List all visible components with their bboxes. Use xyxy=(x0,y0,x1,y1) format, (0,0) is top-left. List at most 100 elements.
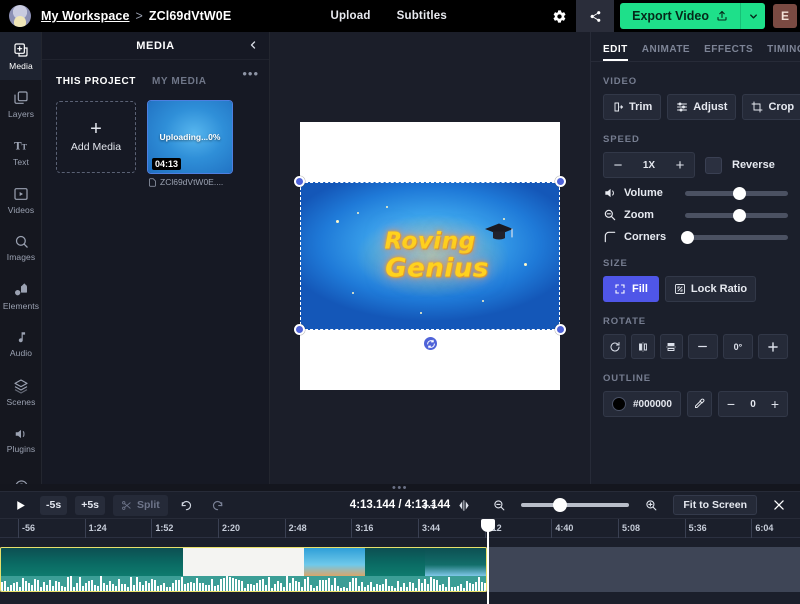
waveform-bar xyxy=(418,579,420,591)
add-media-button[interactable]: + Add Media xyxy=(56,101,136,173)
rotate-cw-button[interactable] xyxy=(603,334,626,359)
play-button[interactable] xyxy=(8,494,32,516)
chevron-down-icon xyxy=(748,11,759,22)
fit-to-screen-button[interactable]: Fit to Screen xyxy=(673,495,757,515)
sidebar-item-images[interactable]: Images xyxy=(0,224,42,272)
timeline-tracks[interactable] xyxy=(0,538,800,604)
sidebar-item-media[interactable]: Media xyxy=(0,32,42,80)
waveform-bar xyxy=(241,581,243,591)
marker-button[interactable] xyxy=(451,492,477,518)
outline-row: #000000 − 0 + xyxy=(591,391,800,417)
text-icon: TT xyxy=(13,138,30,154)
waveform-bar xyxy=(394,588,396,591)
outline-color-button[interactable]: #000000 xyxy=(603,391,681,417)
gear-icon[interactable] xyxy=(546,3,572,29)
waveform-bar xyxy=(100,576,102,591)
trim-button[interactable]: Trim xyxy=(603,94,661,120)
resize-handle-tr[interactable] xyxy=(555,176,566,187)
ruler-tick: 3:44 xyxy=(418,519,419,538)
sidebar-item-scenes[interactable]: Scenes xyxy=(0,368,42,416)
outline-increase-button[interactable]: + xyxy=(763,392,787,416)
ruler-tick: 3:16 xyxy=(351,519,352,538)
crop-button[interactable]: Crop xyxy=(742,94,800,120)
breadcrumb-workspace[interactable]: My Workspace xyxy=(41,9,130,23)
sidebar-item-videos[interactable]: Videos xyxy=(0,176,42,224)
resize-handle-tl[interactable] xyxy=(294,176,305,187)
canvas-area[interactable]: Roving Genius xyxy=(270,32,590,490)
sidebar-item-layers[interactable]: Layers xyxy=(0,80,42,128)
media-card-thumbnail[interactable]: Uploading...0% 04:13 xyxy=(148,101,232,173)
resize-handle-br[interactable] xyxy=(555,324,566,335)
undo-button[interactable] xyxy=(176,494,198,516)
sidebar-item-audio[interactable]: Audio xyxy=(0,320,42,368)
tab-this-project[interactable]: THIS PROJECT xyxy=(56,76,136,87)
zoom-slider[interactable] xyxy=(685,213,788,218)
waveform-bar xyxy=(181,577,183,592)
reverse-checkbox[interactable] xyxy=(705,157,722,174)
adjust-button[interactable]: Adjust xyxy=(667,94,736,120)
snap-magnet-button[interactable] xyxy=(416,492,442,518)
share-button[interactable] xyxy=(576,0,614,32)
tab-effects[interactable]: EFFECTS xyxy=(704,44,753,61)
export-options-caret[interactable] xyxy=(740,3,765,29)
zoom-out-button[interactable] xyxy=(486,492,512,518)
ruler-tick: -56 xyxy=(18,519,19,538)
more-dots-icon[interactable]: ••• xyxy=(242,66,259,81)
graduation-cap-icon xyxy=(482,222,516,242)
export-video-button[interactable]: Export Video xyxy=(620,3,740,29)
tab-animate[interactable]: ANIMATE xyxy=(642,44,690,61)
tab-my-media[interactable]: MY MEDIA xyxy=(152,76,207,87)
waveform-bar xyxy=(328,578,330,591)
speed-decrease-button[interactable]: − xyxy=(604,153,632,177)
flip-horizontal-button[interactable] xyxy=(631,334,654,359)
tab-edit[interactable]: EDIT xyxy=(603,44,628,61)
eyedropper-button[interactable] xyxy=(687,391,712,417)
waveform-bar xyxy=(322,580,324,591)
media-card[interactable]: Uploading...0% 04:13 ZCl69dVtW0E.... xyxy=(148,101,232,187)
flip-vertical-button[interactable] xyxy=(660,334,683,359)
rotate-decrease-button[interactable] xyxy=(688,334,718,359)
ruler-tick: 6:04 xyxy=(751,519,752,538)
selected-video-element[interactable]: Roving Genius xyxy=(300,182,560,330)
waveform-bar xyxy=(85,583,87,591)
lock-ratio-button[interactable]: Lock Ratio xyxy=(665,276,756,302)
corners-slider[interactable] xyxy=(685,235,788,240)
resize-handle-bl[interactable] xyxy=(294,324,305,335)
sidebar-item-elements[interactable]: Elements xyxy=(0,272,42,320)
forward-5s-button[interactable]: +5s xyxy=(75,496,105,515)
sidebar-label-elements: Elements xyxy=(3,301,39,311)
waveform-bar xyxy=(340,588,342,591)
sidebar-item-text[interactable]: TT Text xyxy=(0,128,42,176)
waveform-bar xyxy=(292,578,294,592)
fill-button[interactable]: Fill xyxy=(603,276,659,302)
breadcrumb-project[interactable]: ZCl69dVtW0E xyxy=(149,9,231,23)
chevron-left-icon[interactable] xyxy=(247,38,259,56)
waveform-bar xyxy=(382,584,384,591)
waveform-bar xyxy=(169,587,171,591)
waveform-bar xyxy=(364,587,366,591)
user-avatar[interactable]: E xyxy=(773,4,797,28)
waveform-bar xyxy=(151,579,153,591)
tab-timing[interactable]: TIMING xyxy=(767,44,800,61)
rotate-handle[interactable] xyxy=(423,336,438,351)
timeline-ruler[interactable]: -561:241:522:202:483:163:44:124:405:085:… xyxy=(0,519,800,538)
upload-button[interactable]: Upload xyxy=(330,10,370,22)
split-button[interactable]: Split xyxy=(113,495,168,516)
outline-decrease-button[interactable]: − xyxy=(719,392,743,416)
zoom-in-button[interactable] xyxy=(638,492,664,518)
ruler-tick-label: 1:52 xyxy=(155,523,173,533)
speed-increase-button[interactable]: + xyxy=(666,153,694,177)
close-timeline-button[interactable] xyxy=(766,492,792,518)
sidebar-item-plugins[interactable]: Plugins xyxy=(0,416,42,464)
timeline-clip[interactable] xyxy=(0,547,487,592)
timeline-playhead[interactable] xyxy=(487,519,489,604)
volume-slider[interactable] xyxy=(685,191,788,196)
workspace-avatar[interactable] xyxy=(9,5,31,27)
timeline-zoom-slider[interactable] xyxy=(521,503,629,507)
redo-button[interactable] xyxy=(206,494,228,516)
rotate-increase-button[interactable] xyxy=(758,334,788,359)
timeline-resize-grip[interactable]: ••• xyxy=(0,484,800,491)
subtitles-button[interactable]: Subtitles xyxy=(397,10,447,22)
back-5s-button[interactable]: -5s xyxy=(40,496,67,515)
ruler-tick: 5:36 xyxy=(685,519,686,538)
